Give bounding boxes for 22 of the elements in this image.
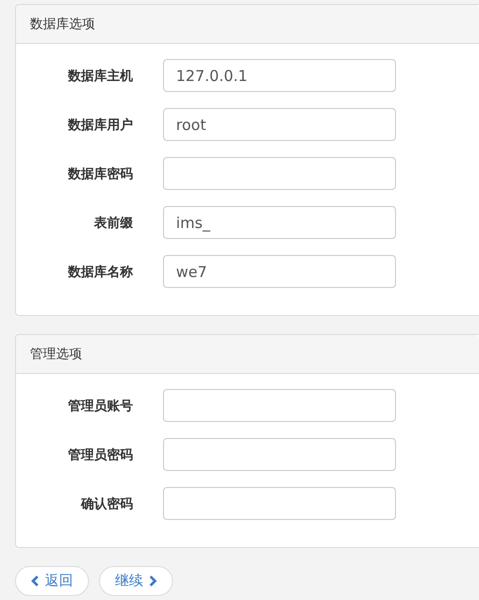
chevron-right-icon bbox=[149, 575, 157, 587]
input-field[interactable] bbox=[163, 389, 396, 422]
field-label: 管理员账号 bbox=[67, 398, 133, 414]
input-field[interactable]: we7 bbox=[163, 255, 396, 288]
field-label: 管理员密码 bbox=[67, 446, 133, 464]
input-field[interactable]: 127.0.0.1 bbox=[163, 59, 396, 92]
field-label: 数据库主机 bbox=[66, 68, 133, 84]
field-label: 确认密码 bbox=[80, 496, 133, 512]
panel-title: 管理选项 bbox=[30, 346, 82, 363]
field-label: 表前缀 bbox=[93, 214, 133, 232]
field-label: 数据库名称 bbox=[66, 264, 133, 280]
panel-title: 数据库选项 bbox=[30, 16, 95, 33]
input-field[interactable]: ims_ bbox=[163, 206, 396, 239]
next-button[interactable]: 继续 bbox=[99, 566, 173, 596]
back-button[interactable]: 返回 bbox=[15, 566, 89, 596]
input-field[interactable] bbox=[163, 438, 396, 471]
chevron-left-icon bbox=[31, 575, 39, 587]
field-label: 数据库密码 bbox=[66, 166, 133, 182]
field-label: 数据库用户 bbox=[66, 116, 133, 134]
input-field[interactable]: root bbox=[163, 108, 396, 141]
input-field[interactable] bbox=[163, 487, 396, 520]
input-field[interactable] bbox=[163, 157, 396, 190]
